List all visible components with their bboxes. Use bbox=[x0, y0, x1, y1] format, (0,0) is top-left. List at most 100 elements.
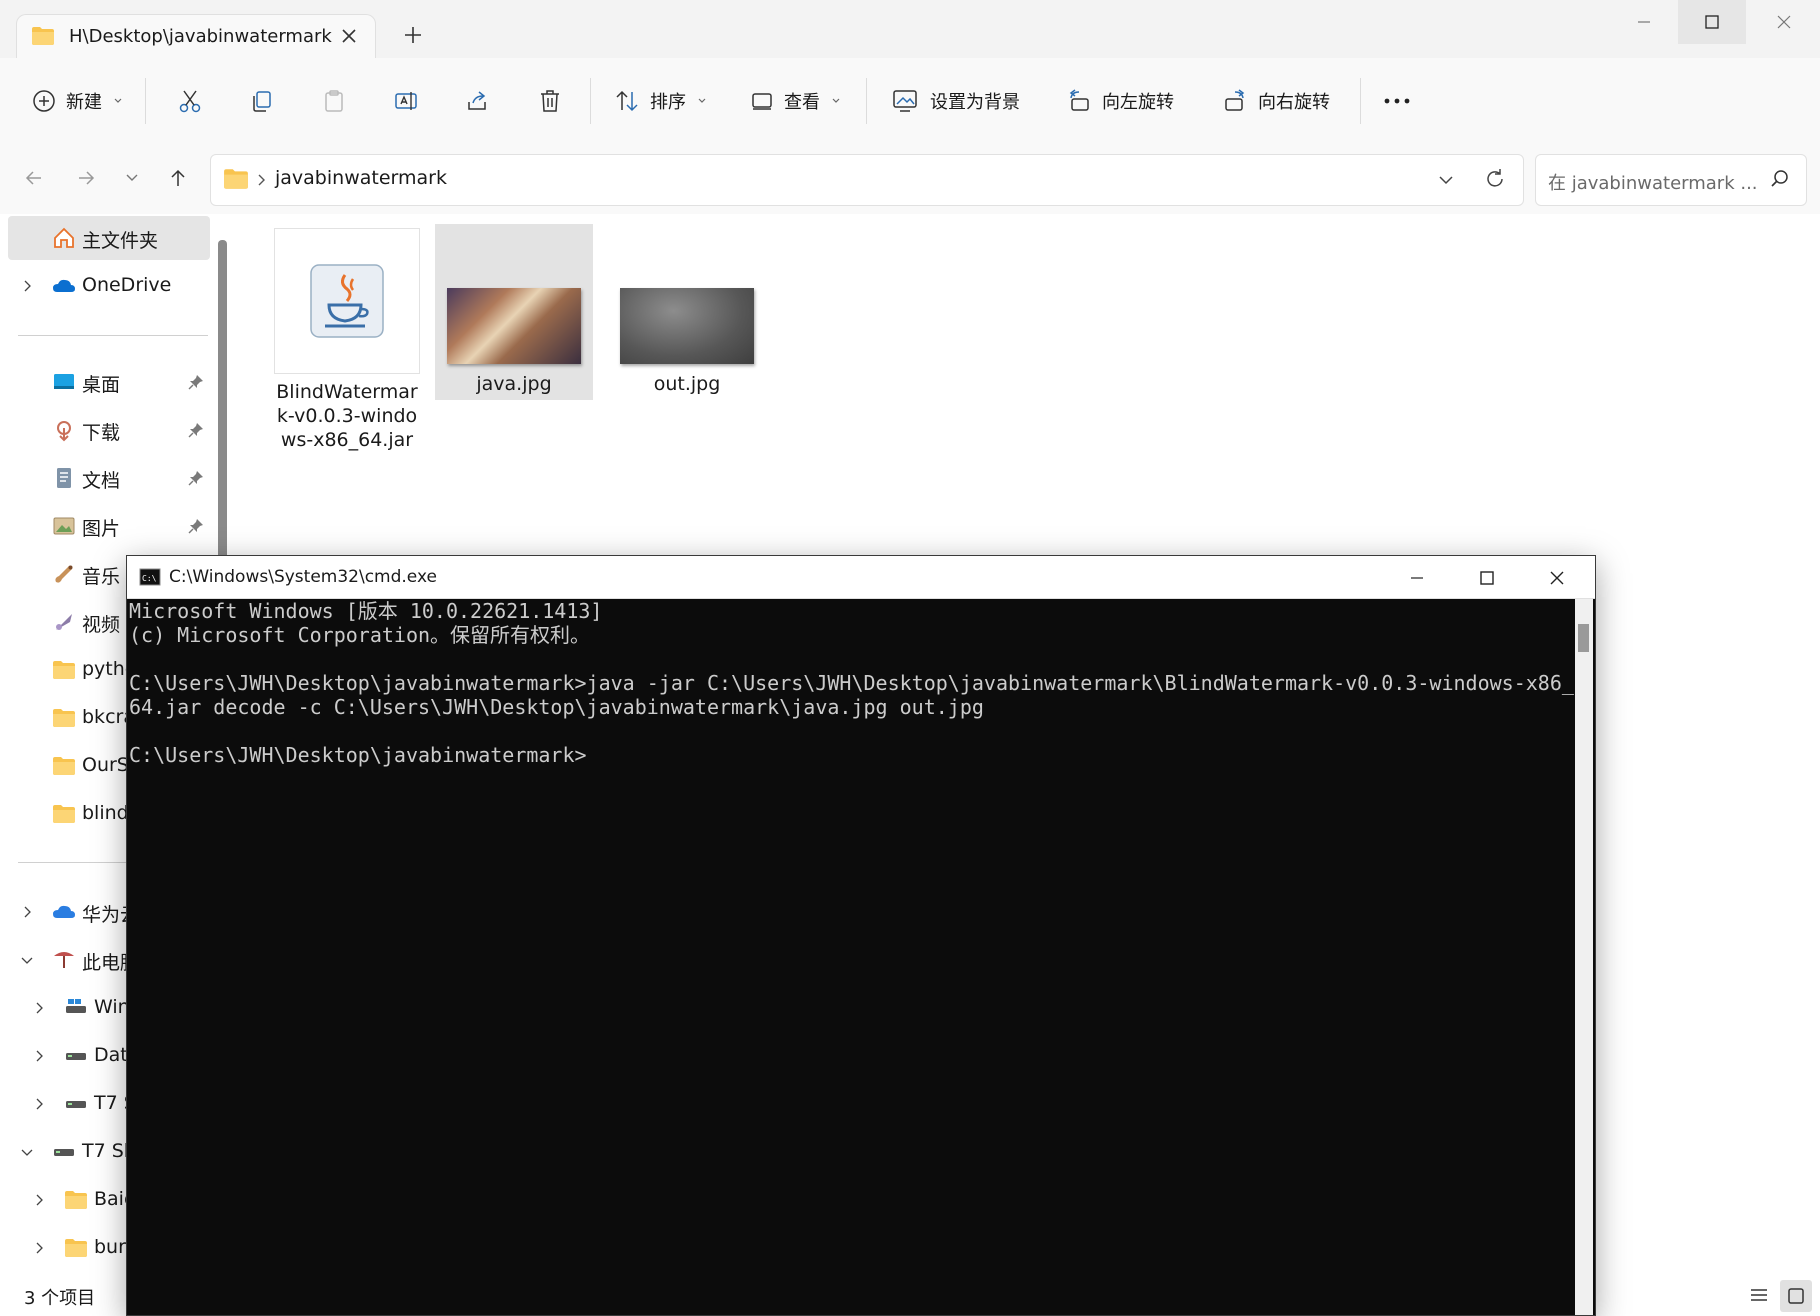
tab-current-folder[interactable]: H\Desktop\javabinwatermark bbox=[16, 14, 376, 59]
back-button[interactable] bbox=[14, 158, 54, 198]
close-icon[interactable] bbox=[1549, 570, 1565, 586]
drive-icon bbox=[66, 1053, 86, 1060]
more-options-button[interactable] bbox=[1372, 76, 1422, 126]
add-circle-icon bbox=[33, 90, 55, 112]
large-icons-view-icon bbox=[1788, 1288, 1804, 1304]
rotate-right-label: 向右旋转 bbox=[1258, 92, 1330, 113]
search-input[interactable]: 在 javabinwatermark ... bbox=[1548, 169, 1758, 195]
sort-label: 排序 bbox=[650, 92, 686, 113]
download-icon bbox=[57, 421, 71, 442]
share-button[interactable] bbox=[453, 76, 503, 126]
sidebar-item-desktop[interactable]: 桌面 bbox=[0, 360, 210, 404]
cmd-window[interactable]: C:\ C:\Windows\System32\cmd.exe Microsof… bbox=[126, 555, 1596, 1316]
console-line: C:\Users\JWH\Desktop\javabinwatermark> bbox=[129, 743, 587, 767]
cut-button[interactable] bbox=[165, 76, 215, 126]
console-scrollbar[interactable] bbox=[1575, 599, 1593, 1315]
sidebar-item-label: Win bbox=[94, 996, 130, 1018]
pin-icon[interactable] bbox=[188, 374, 204, 390]
large-icons-view-button[interactable] bbox=[1780, 1280, 1812, 1312]
set-as-background-label: 设置为背景 bbox=[930, 92, 1020, 113]
details-view-icon[interactable] bbox=[1748, 1286, 1770, 1306]
console-output[interactable]: Microsoft Windows [版本 10.0.22621.1413] (c… bbox=[129, 599, 1574, 1315]
sidebar-item-label: 下载 bbox=[82, 422, 121, 444]
set-as-background-button[interactable]: 设置为背景 bbox=[892, 76, 1020, 126]
chevron-right-icon[interactable] bbox=[32, 1097, 46, 1111]
recent-locations-button[interactable] bbox=[112, 158, 152, 198]
rotate-left-button[interactable]: 向左旋转 bbox=[1066, 76, 1174, 126]
maximize-button[interactable] bbox=[1678, 0, 1746, 44]
sidebar-item-documents[interactable]: 文档 bbox=[0, 456, 210, 500]
onedrive-cloud-icon bbox=[53, 279, 75, 292]
folder-icon bbox=[65, 1239, 87, 1257]
file-item-java-jpg[interactable]: java.jpg bbox=[435, 224, 593, 400]
chevron-down-icon bbox=[832, 98, 840, 103]
pin-icon[interactable] bbox=[188, 518, 204, 534]
chevron-right-icon[interactable] bbox=[20, 279, 34, 293]
new-tab-icon[interactable] bbox=[400, 22, 426, 48]
file-item-out-jpg[interactable]: out.jpg bbox=[608, 224, 766, 396]
pin-icon[interactable] bbox=[188, 470, 204, 486]
sidebar-item-label: 图片 bbox=[82, 518, 121, 540]
refresh-icon[interactable] bbox=[1483, 167, 1507, 191]
documents-icon bbox=[57, 468, 71, 488]
chevron-right-icon[interactable] bbox=[32, 1001, 46, 1015]
folder-icon bbox=[53, 661, 75, 679]
cmd-title: C:\Windows\System32\cmd.exe bbox=[169, 567, 437, 587]
maximize-icon[interactable] bbox=[1479, 570, 1495, 586]
chevron-right-icon[interactable] bbox=[32, 1193, 46, 1207]
minimize-button[interactable] bbox=[1610, 0, 1678, 44]
paste-icon bbox=[325, 90, 343, 112]
more-icon bbox=[1384, 98, 1410, 104]
rotate-left-icon bbox=[1069, 89, 1089, 111]
file-thumbnail bbox=[274, 228, 420, 374]
rename-button[interactable] bbox=[381, 76, 431, 126]
console-scrollbar-thumb[interactable] bbox=[1578, 624, 1589, 652]
sidebar-item-label: 主文件夹 bbox=[82, 230, 159, 252]
chevron-down-icon[interactable] bbox=[20, 1145, 34, 1159]
breadcrumb[interactable]: javabinwatermark bbox=[275, 167, 447, 189]
sidebar-item-onedrive[interactable]: OneDrive bbox=[0, 264, 210, 308]
pin-icon[interactable] bbox=[188, 422, 204, 438]
address-bar[interactable]: javabinwatermark bbox=[210, 154, 1524, 206]
file-item-jar[interactable]: BlindWatermar k-v0.0.3-windo ws-x86_64.j… bbox=[268, 224, 426, 452]
view-label: 查看 bbox=[784, 92, 820, 113]
close-window-button[interactable] bbox=[1750, 0, 1818, 44]
arrow-right-icon bbox=[79, 171, 95, 185]
arrow-left-icon bbox=[25, 171, 41, 185]
file-name: out.jpg bbox=[653, 373, 721, 395]
close-tab-icon[interactable] bbox=[337, 24, 361, 48]
rotate-left-label: 向左旋转 bbox=[1102, 92, 1174, 113]
chevron-down-icon[interactable] bbox=[1437, 171, 1455, 189]
sidebar-item-download[interactable]: 下载 bbox=[0, 408, 210, 452]
sidebar-item-label: OneDrive bbox=[82, 274, 172, 296]
sidebar-item-label: 文档 bbox=[82, 470, 121, 492]
minimize-icon[interactable] bbox=[1409, 570, 1425, 586]
delete-button[interactable] bbox=[525, 76, 575, 126]
rotate-right-button[interactable]: 向右旋转 bbox=[1222, 76, 1330, 126]
forward-button[interactable] bbox=[66, 158, 106, 198]
folder-icon bbox=[53, 709, 75, 727]
chevron-right-icon[interactable] bbox=[32, 1241, 46, 1255]
desktop-background-icon bbox=[893, 90, 917, 112]
windows-drive-icon bbox=[66, 999, 86, 1013]
new-button[interactable]: 新建 bbox=[32, 76, 124, 126]
search-icon[interactable] bbox=[1770, 169, 1790, 189]
chevron-down-icon[interactable] bbox=[20, 953, 34, 967]
sidebar-item-pictures[interactable]: 图片 bbox=[0, 504, 210, 548]
console-line: 64.jar decode -c C:\Users\JWH\Desktop\ja… bbox=[129, 695, 984, 719]
sort-button[interactable]: 排序 bbox=[614, 76, 708, 126]
search-box[interactable]: 在 javabinwatermark ... bbox=[1535, 154, 1807, 206]
sidebar-item-label: OurS bbox=[82, 754, 129, 776]
chevron-right-icon[interactable] bbox=[32, 1049, 46, 1063]
view-button[interactable]: 查看 bbox=[750, 76, 842, 126]
sidebar-item-home[interactable]: 主文件夹 bbox=[8, 216, 210, 260]
drive-icon bbox=[66, 1101, 86, 1108]
sidebar-divider bbox=[18, 335, 208, 336]
copy-button[interactable] bbox=[237, 76, 287, 126]
view-icon bbox=[752, 93, 772, 110]
up-button[interactable] bbox=[158, 158, 198, 198]
new-label: 新建 bbox=[66, 92, 102, 113]
chevron-right-icon[interactable] bbox=[20, 905, 34, 919]
paste-button[interactable] bbox=[309, 76, 359, 126]
cmd-title-bar[interactable]: C:\ C:\Windows\System32\cmd.exe bbox=[127, 556, 1595, 599]
